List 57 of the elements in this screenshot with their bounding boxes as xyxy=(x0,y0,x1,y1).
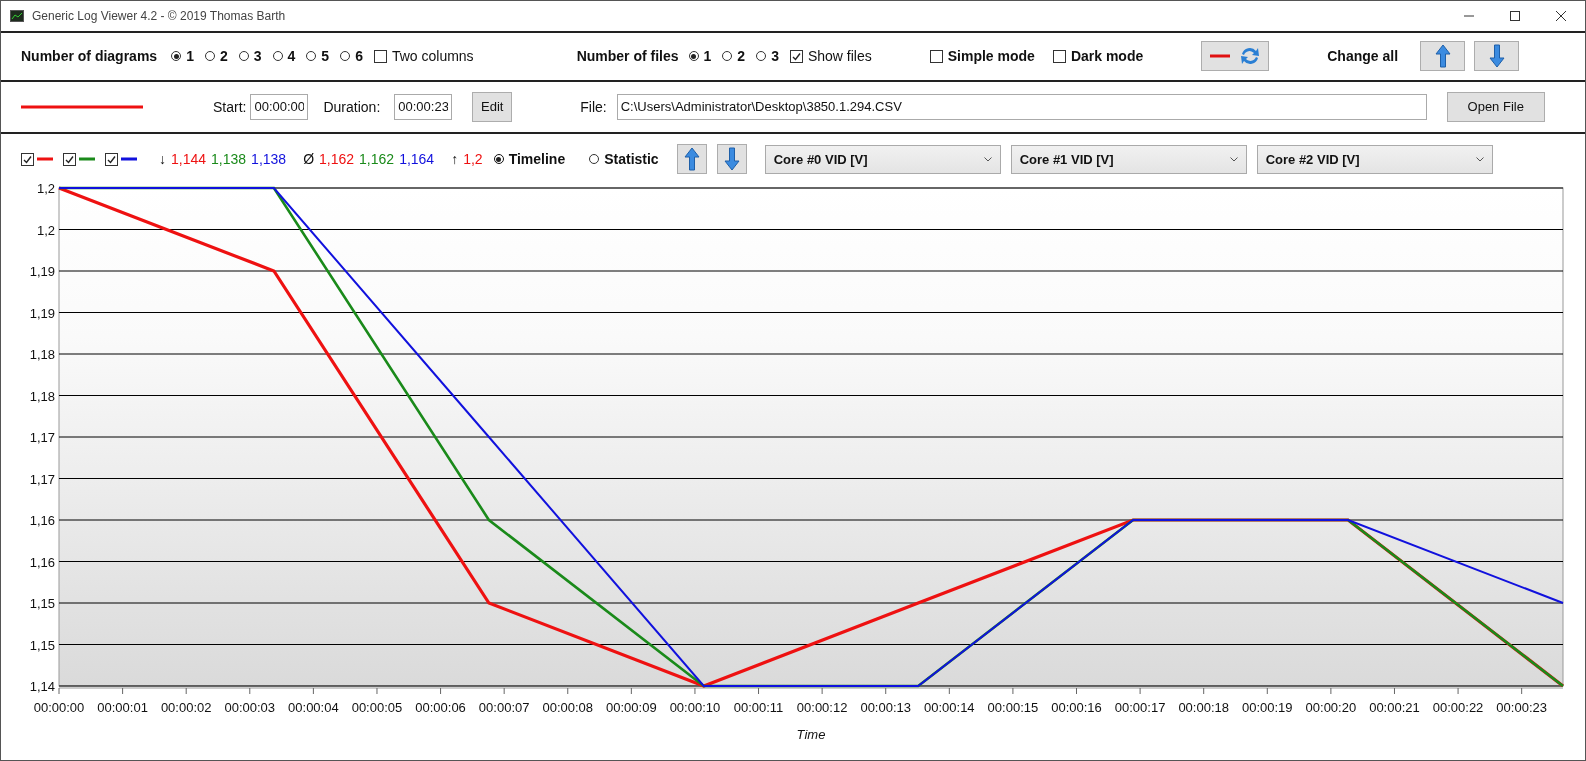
y-tick-label: 1,2 xyxy=(36,222,55,238)
x-tick-label: 00:00:01 xyxy=(97,700,148,715)
start-label: Start: xyxy=(213,98,247,115)
window-title: Generic Log Viewer 4.2 - © 2019 Thomas Barth xyxy=(32,8,286,23)
x-tick-label: 00:00:08 xyxy=(542,700,594,715)
x-tick-label: 00:00:12 xyxy=(796,700,848,715)
y-tick-label: 1,18 xyxy=(29,388,55,404)
x-tick-label: 00:00:20 xyxy=(1305,700,1357,715)
y-tick-label: 1,19 xyxy=(29,264,55,279)
y-tick-label: 1,15 xyxy=(29,596,55,611)
y-tick-label: 1,16 xyxy=(29,513,55,528)
files-label: Number of files xyxy=(576,48,679,65)
stat-symbol: ↓ xyxy=(159,151,166,168)
duration-label: Duration: xyxy=(323,98,381,115)
x-tick-label: 00:00:18 xyxy=(1178,700,1229,715)
y-tick-label: 1,17 xyxy=(29,430,55,445)
stat-value: 1,164 xyxy=(399,151,435,168)
y-tick-label: 1,2 xyxy=(36,184,55,196)
view-mode-label: Timeline xyxy=(508,151,566,168)
stat-value: 1,138 xyxy=(251,151,287,168)
x-tick-label: 00:00:19 xyxy=(1242,700,1293,715)
change-all-label: Change all xyxy=(1327,48,1399,65)
x-tick-label: 00:00:03 xyxy=(224,700,276,715)
x-tick-label: 00:00:00 xyxy=(33,700,85,715)
stat-value: 1,162 xyxy=(319,151,355,168)
x-tick-label: 00:00:17 xyxy=(1114,700,1166,715)
y-tick-label: 1,15 xyxy=(29,637,55,653)
y-tick-label: 1,18 xyxy=(29,347,55,362)
y-tick-label: 1,19 xyxy=(29,305,55,321)
stat-symbol: Ø xyxy=(303,151,315,168)
file-label: File: xyxy=(580,98,607,115)
view-mode-label: Statistic xyxy=(604,151,659,168)
stat-value: 1,144 xyxy=(171,151,207,168)
y-tick-label: 1,14 xyxy=(29,679,55,694)
x-tick-label: 00:00:04 xyxy=(288,700,339,715)
x-tick-label: 00:00:13 xyxy=(860,700,912,715)
x-tick-label: 00:00:02 xyxy=(160,700,212,715)
x-tick-label: 00:00:07 xyxy=(478,700,530,715)
y-tick-label: 1,17 xyxy=(29,471,55,487)
x-tick-label: 00:00:14 xyxy=(924,700,975,715)
stat-value: 1,2 xyxy=(463,151,483,168)
x-tick-label: 00:00:22 xyxy=(1432,700,1484,715)
stat-value: 1,138 xyxy=(211,151,247,168)
stat-symbol: ↑ xyxy=(451,151,459,168)
x-tick-label: 00:00:09 xyxy=(606,700,657,715)
x-tick-label: 00:00:10 xyxy=(669,700,721,715)
x-tick-label: 00:00:21 xyxy=(1369,700,1420,715)
x-tick-label: 00:00:06 xyxy=(415,700,466,715)
stat-value: 1,162 xyxy=(359,151,395,168)
x-tick-label: 00:00:15 xyxy=(987,700,1039,715)
diagrams-label: Number of diagrams xyxy=(21,48,158,65)
x-axis-title: Time xyxy=(796,727,826,742)
x-tick-label: 00:00:11 xyxy=(733,700,784,715)
x-tick-label: 00:00:05 xyxy=(351,700,403,715)
x-tick-label: 00:00:16 xyxy=(1051,700,1102,715)
y-tick-label: 1,16 xyxy=(29,554,55,570)
x-tick-label: 00:00:23 xyxy=(1496,700,1547,715)
